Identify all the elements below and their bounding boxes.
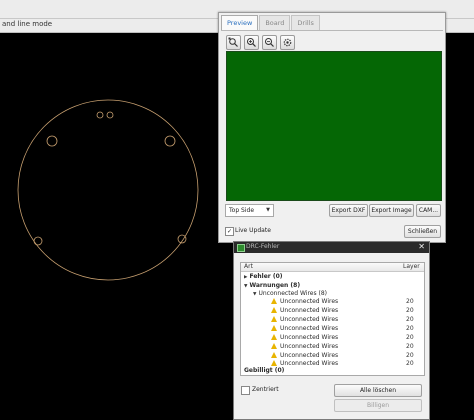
warning-icon [271, 325, 277, 331]
board-preview-area[interactable] [226, 51, 442, 201]
preview-tabs: Preview Board Drills [221, 15, 321, 31]
item-label: Unconnected Wires [280, 307, 339, 314]
list-item[interactable]: Unconnected Wires [271, 343, 338, 352]
side-select-value: Top Side [229, 207, 255, 214]
item-label: Unconnected Wires [280, 298, 339, 305]
item-label: Unconnected Wires [280, 334, 339, 341]
zoom-selection-icon [228, 37, 238, 47]
list-item[interactable]: Unconnected Wires [271, 307, 338, 316]
warning-icon [271, 360, 277, 366]
item-layer: 20 [406, 325, 414, 332]
top-notch-left [96, 111, 104, 119]
preview-tools [226, 35, 295, 50]
item-layer: 20 [406, 352, 414, 359]
side-select[interactable]: Top Side ▼ [225, 204, 274, 217]
group-errors[interactable]: ▶ Fehler (0) [244, 273, 283, 282]
cam-button[interactable]: CAM... [416, 204, 441, 217]
mode-text: and line mode [2, 20, 53, 28]
live-update-label: Live Update [235, 227, 271, 234]
live-update-checkbox[interactable]: ✓ [225, 227, 234, 236]
group-errors-label: Fehler (0) [249, 273, 283, 280]
group-approved-label: Gebilligt (0) [244, 367, 285, 374]
tab-drills[interactable]: Drills [291, 15, 320, 31]
outline-circle [17, 99, 199, 281]
group-approved[interactable]: Gebilligt (0) [244, 367, 284, 376]
item-label: Unconnected Wires [280, 343, 339, 350]
expand-arrow-icon: ▼ [244, 284, 248, 289]
export-image-button[interactable]: Export Image [369, 204, 414, 217]
warning-icon [271, 343, 277, 349]
group-warnings-label: Warnungen (8) [249, 282, 301, 289]
item-layer: 20 [406, 298, 414, 305]
tab-board[interactable]: Board [259, 15, 291, 31]
zoom-in-button[interactable] [244, 35, 259, 50]
top-notch-right [106, 111, 114, 119]
item-label: Unconnected Wires [280, 316, 339, 323]
list-item[interactable]: Unconnected Wires [271, 298, 338, 307]
close-button[interactable]: Schließen [404, 225, 441, 238]
chevron-down-icon: ▼ [266, 207, 270, 213]
mounting-notch-top-left [46, 135, 58, 147]
warning-icon [271, 316, 277, 322]
approve-button[interactable]: Billigen [334, 399, 422, 412]
close-icon[interactable]: ✕ [418, 242, 425, 251]
item-layer: 20 [406, 343, 414, 350]
expand-arrow-icon: ▼ [253, 292, 257, 297]
drc-title: DRC-Fehler [246, 243, 280, 250]
board-outline [17, 99, 199, 281]
column-art[interactable]: Art [244, 263, 253, 270]
drc-title-bar[interactable]: DRC-Fehler ✕ [234, 242, 429, 253]
tab-preview[interactable]: Preview [221, 15, 259, 31]
group-unconnected-label: Unconnected Wires (8) [258, 290, 328, 297]
settings-button[interactable] [280, 35, 295, 50]
mounting-notch-bottom-left [33, 236, 43, 246]
zoom-out-button[interactable] [262, 35, 277, 50]
list-item[interactable]: Unconnected Wires [271, 325, 338, 334]
clear-all-button[interactable]: Alle löschen [334, 384, 422, 397]
collapse-arrow-icon: ▶ [244, 275, 248, 280]
drc-error-list[interactable]: Art Layer ▶ Fehler (0) ▼ Warnungen (8) ▼ Un… [240, 262, 425, 376]
preview-window: Preview Board Drills Top Side ▼ Export D… [218, 12, 446, 243]
zentriert-label: Zentriert [252, 386, 279, 393]
warning-icon [271, 352, 277, 358]
item-layer: 20 [406, 316, 414, 323]
zoom-out-icon [265, 38, 274, 47]
item-label: Unconnected Wires [280, 360, 339, 367]
warning-icon [271, 334, 277, 340]
item-layer: 20 [406, 360, 414, 367]
export-dxf-button[interactable]: Export DXF [329, 204, 368, 217]
zoom-selection-button[interactable] [226, 35, 241, 50]
mounting-notch-top-right [164, 135, 176, 147]
warning-icon [271, 307, 277, 313]
tab-divider [221, 30, 443, 31]
column-layer[interactable]: Layer [403, 263, 420, 270]
item-label: Unconnected Wires [280, 325, 339, 332]
item-label: Unconnected Wires [280, 352, 339, 359]
drc-window: DRC-Fehler ✕ Art Layer ▶ Fehler (0) ▼ Warn… [233, 241, 430, 420]
item-layer: 20 [406, 307, 414, 314]
list-item[interactable]: Unconnected Wires [271, 334, 338, 343]
list-header: Art Layer [241, 263, 424, 272]
item-layer: 20 [406, 334, 414, 341]
warning-icon [271, 298, 277, 304]
zentriert-checkbox[interactable] [241, 386, 250, 395]
list-item[interactable]: Unconnected Wires [271, 316, 338, 325]
drc-app-icon [237, 244, 245, 252]
zoom-in-icon [247, 38, 256, 47]
settings-gear-icon [283, 38, 292, 47]
